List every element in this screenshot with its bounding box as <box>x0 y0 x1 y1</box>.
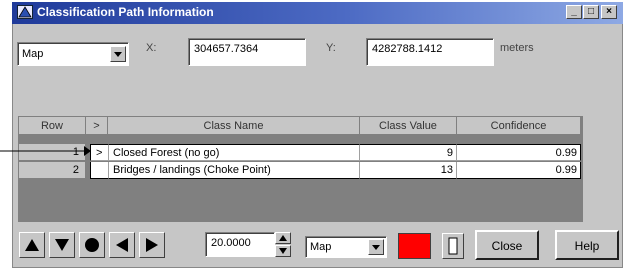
class-name-cell-1[interactable]: Closed Forest (no go) <box>109 144 360 161</box>
up-arrow-icon[interactable] <box>19 232 45 258</box>
column-header-class-value[interactable]: Class Value <box>360 117 457 135</box>
y-coordinate-value: 4282788.1412 <box>372 43 443 55</box>
close-window-button[interactable]: × <box>601 5 617 19</box>
step-increment-button[interactable] <box>275 232 291 244</box>
row-pointer-arrow-icon <box>0 146 91 156</box>
units-label: meters <box>500 42 534 54</box>
column-header-confidence[interactable]: Confidence <box>457 117 581 135</box>
row-number-2[interactable]: 2 <box>19 162 86 179</box>
app-icon <box>17 5 33 19</box>
column-header-select[interactable]: > <box>86 117 108 135</box>
confidence-cell-1[interactable]: 0.99 <box>457 144 581 161</box>
minimize-button[interactable]: _ <box>566 5 582 19</box>
color-bar-icon <box>448 237 458 255</box>
row-select-1[interactable]: > <box>90 144 109 161</box>
right-arrow-icon[interactable] <box>139 232 165 258</box>
circle-icon[interactable] <box>79 232 105 258</box>
step-value-text: 20.0000 <box>211 237 251 249</box>
y-label: Y: <box>326 42 336 54</box>
left-arrow-icon[interactable] <box>109 232 135 258</box>
down-arrow-icon[interactable] <box>49 232 75 258</box>
color-picker-button[interactable] <box>442 233 464 259</box>
help-button[interactable]: Help <box>555 230 619 260</box>
class-name-cell-2[interactable]: Bridges / landings (Choke Point) <box>109 162 360 179</box>
maximize-button[interactable]: □ <box>583 5 599 19</box>
x-label: X: <box>146 42 157 54</box>
x-coordinate-value: 304657.7364 <box>194 43 259 55</box>
class-value-cell-2[interactable]: 13 <box>360 162 457 179</box>
column-header-class-name[interactable]: Class Name <box>108 117 360 135</box>
class-value-cell-1[interactable]: 9 <box>360 144 457 161</box>
window-title: Classification Path Information <box>37 5 214 19</box>
chevron-down-icon[interactable] <box>368 239 384 255</box>
step-value-field[interactable]: 20.0000 <box>205 232 275 257</box>
step-decrement-button[interactable] <box>275 245 291 257</box>
color-swatch[interactable] <box>398 233 431 259</box>
row-select-2[interactable] <box>90 162 109 179</box>
column-header-row[interactable]: Row <box>19 117 86 135</box>
y-coordinate-field[interactable]: 4282788.1412 <box>366 38 494 66</box>
close-button[interactable]: Close <box>475 230 539 260</box>
chevron-down-icon[interactable] <box>110 46 126 62</box>
x-coordinate-field[interactable]: 304657.7364 <box>188 38 306 66</box>
confidence-cell-2[interactable]: 0.99 <box>457 162 581 179</box>
